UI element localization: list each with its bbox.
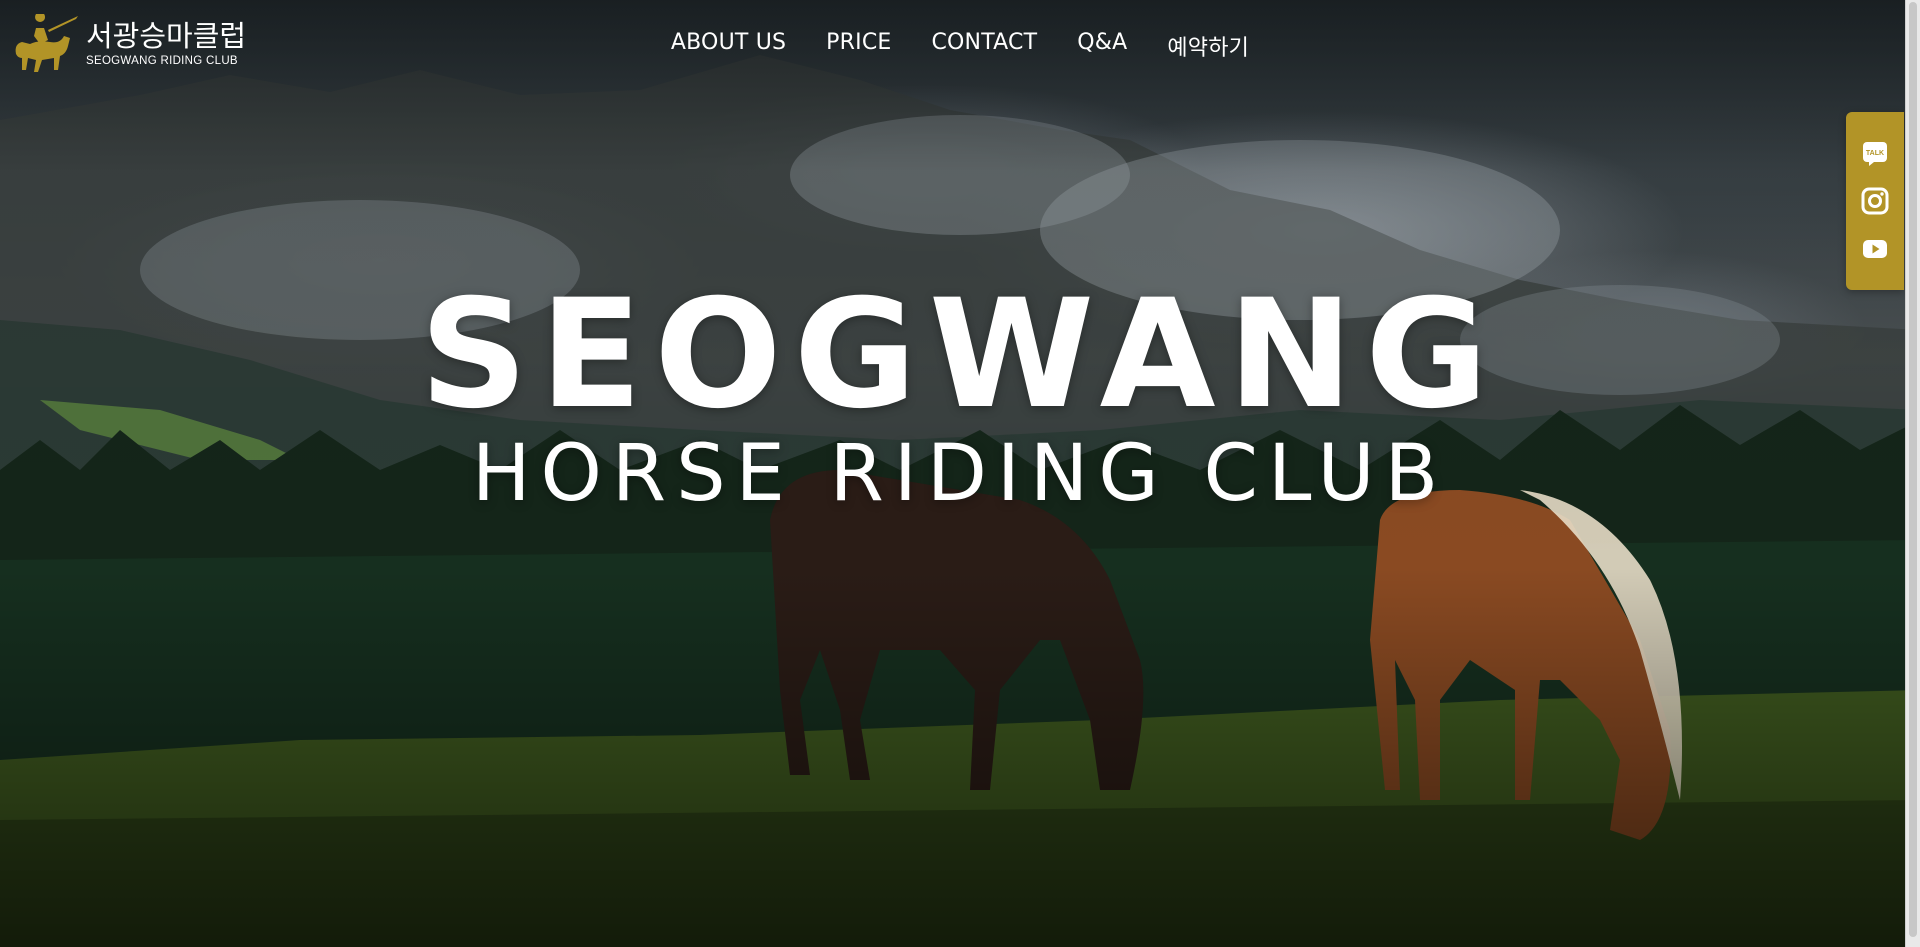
hero-subtitle: HORSE RIDING CLUB [471,429,1449,519]
instagram-link[interactable] [1860,186,1890,216]
kakaotalk-icon: TALK [1863,142,1887,166]
nav-qna[interactable]: Q&A [1077,30,1127,55]
nav-contact[interactable]: CONTACT [931,30,1037,55]
youtube-link[interactable] [1860,234,1890,264]
youtube-icon [1863,240,1887,258]
nav-about-us[interactable]: ABOUT US [671,30,786,55]
scrollbar-thumb[interactable] [1909,2,1917,937]
nav-price[interactable]: PRICE [826,30,891,55]
landing-page: 서광승마클럽 SEOGWANG RIDING CLUB ABOUT US PRI… [0,0,1920,947]
instagram-icon [1861,187,1889,215]
kakaotalk-label: TALK [1866,150,1884,157]
nav-reservation[interactable]: 예약하기 [1167,36,1249,61]
page-scrollbar[interactable] [1905,0,1920,947]
hero-headline: SEOGWANG HORSE RIDING CLUB [0,280,1920,514]
kakaotalk-link[interactable]: TALK [1860,138,1890,168]
main-navigation: ABOUT US PRICE CONTACT Q&A 예약하기 [0,30,1920,62]
hero-title: SEOGWANG [419,268,1501,442]
social-links-panel: TALK [1846,112,1904,290]
